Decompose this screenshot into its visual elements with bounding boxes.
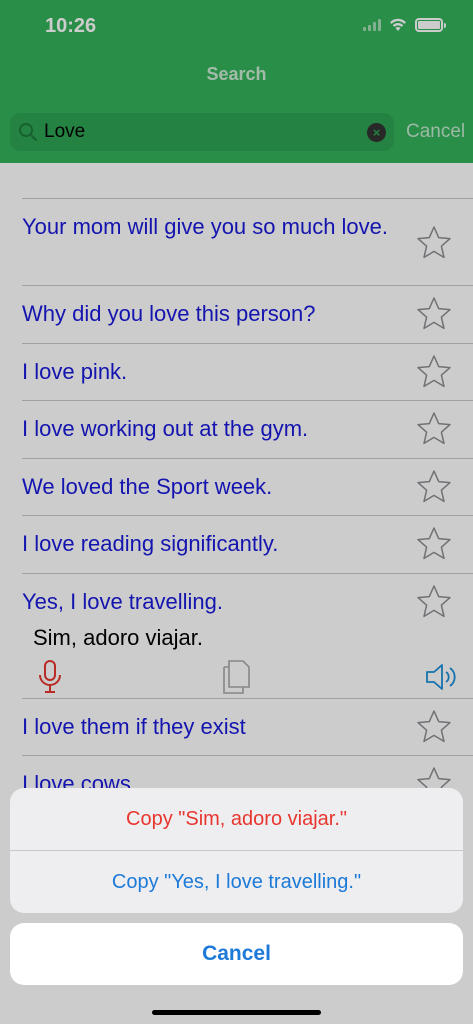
home-indicator (152, 1010, 321, 1015)
action-sheet: Copy "Sim, adoro viajar." Copy "Yes, I l… (10, 788, 463, 913)
action-sheet-cancel-button[interactable]: Cancel (10, 923, 463, 985)
copy-translation-button[interactable]: Copy "Sim, adoro viajar." (10, 788, 463, 850)
copy-original-button[interactable]: Copy "Yes, I love travelling." (10, 851, 463, 913)
